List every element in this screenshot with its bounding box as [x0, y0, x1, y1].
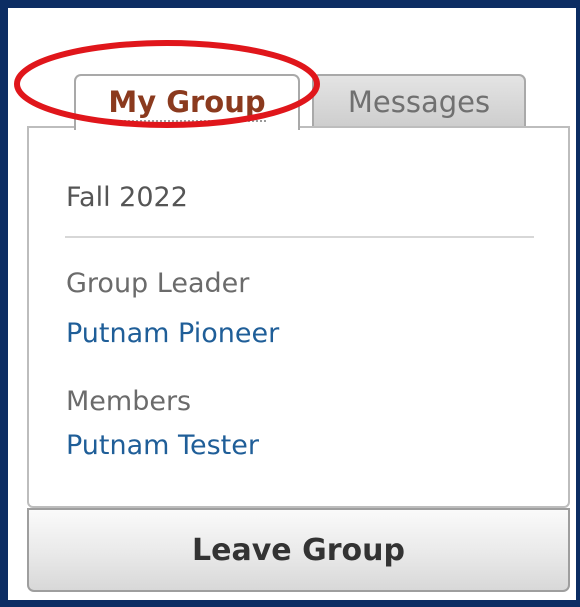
group-info-box: Fall 2022 Group Leader Putnam Pioneer Me… [27, 126, 570, 508]
group-leader-link[interactable]: Putnam Pioneer [66, 318, 279, 349]
members-label: Members [66, 386, 192, 417]
group-panel: My Group Messages Fall 2022 Group Leader… [8, 8, 576, 600]
tab-my-group-label: My Group [108, 85, 266, 122]
leave-group-button[interactable]: Leave Group [27, 508, 570, 592]
divider [65, 236, 534, 238]
tab-messages-label: Messages [347, 85, 491, 119]
group-term: Fall 2022 [66, 182, 188, 213]
member-link[interactable]: Putnam Tester [66, 430, 259, 461]
tab-my-group[interactable]: My Group [74, 74, 300, 130]
group-leader-label: Group Leader [66, 268, 250, 299]
leave-group-label: Leave Group [192, 532, 405, 568]
tab-messages[interactable]: Messages [312, 74, 526, 128]
